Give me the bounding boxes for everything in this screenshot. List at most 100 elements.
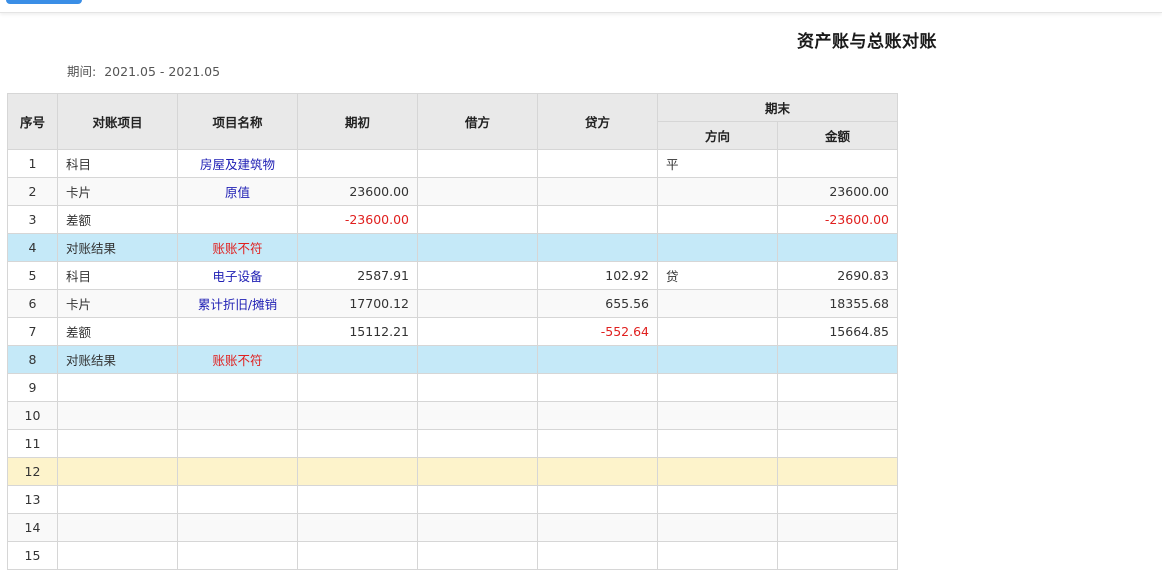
cell-debit[interactable] [417, 513, 538, 542]
cell-debit[interactable] [417, 205, 538, 234]
cell-debit[interactable] [417, 261, 538, 290]
cell-debit[interactable] [417, 373, 538, 402]
cell-amount[interactable] [777, 401, 898, 430]
cell-opening[interactable]: 23600.00 [297, 177, 418, 206]
cell-index[interactable]: 11 [7, 429, 58, 458]
cell-name[interactable] [177, 541, 298, 570]
cell-direction[interactable]: 平 [657, 149, 778, 178]
cell-debit[interactable] [417, 233, 538, 262]
cell-index[interactable]: 14 [7, 513, 58, 542]
table-row[interactable]: 11 [7, 429, 898, 458]
cell-item[interactable]: 对账结果 [57, 345, 178, 374]
cell-credit[interactable] [537, 429, 658, 458]
cell-index[interactable]: 2 [7, 177, 58, 206]
cell-direction[interactable] [657, 373, 778, 402]
cell-amount[interactable] [777, 513, 898, 542]
cell-index[interactable]: 15 [7, 541, 58, 570]
cell-item[interactable] [57, 513, 178, 542]
cell-opening[interactable]: -23600.00 [297, 205, 418, 234]
cell-opening[interactable] [297, 149, 418, 178]
cell-debit[interactable] [417, 317, 538, 346]
cell-index[interactable]: 1 [7, 149, 58, 178]
cell-amount[interactable]: 2690.83 [777, 261, 898, 290]
cell-amount[interactable] [777, 233, 898, 262]
active-tab-indicator[interactable] [6, 0, 82, 4]
cell-index[interactable]: 7 [7, 317, 58, 346]
cell-credit[interactable] [537, 345, 658, 374]
cell-index[interactable]: 3 [7, 205, 58, 234]
cell-item[interactable]: 卡片 [57, 177, 178, 206]
cell-item[interactable] [57, 429, 178, 458]
cell-item[interactable] [57, 541, 178, 570]
cell-opening[interactable] [297, 457, 418, 486]
cell-amount[interactable] [777, 429, 898, 458]
cell-name[interactable] [177, 457, 298, 486]
cell-amount[interactable]: -23600.00 [777, 205, 898, 234]
cell-direction[interactable] [657, 541, 778, 570]
table-row[interactable]: 9 [7, 373, 898, 402]
cell-direction[interactable] [657, 429, 778, 458]
cell-credit[interactable] [537, 541, 658, 570]
cell-index[interactable]: 13 [7, 485, 58, 514]
cell-amount[interactable] [777, 541, 898, 570]
cell-debit[interactable] [417, 457, 538, 486]
cell-debit[interactable] [417, 401, 538, 430]
cell-amount[interactable]: 15664.85 [777, 317, 898, 346]
cell-opening[interactable] [297, 429, 418, 458]
cell-credit[interactable] [537, 457, 658, 486]
cell-index[interactable]: 4 [7, 233, 58, 262]
cell-name[interactable] [177, 205, 298, 234]
cell-name[interactable]: 房屋及建筑物 [177, 149, 298, 178]
cell-debit[interactable] [417, 345, 538, 374]
cell-item[interactable]: 差额 [57, 317, 178, 346]
cell-amount[interactable]: 23600.00 [777, 177, 898, 206]
cell-item[interactable] [57, 485, 178, 514]
cell-direction[interactable] [657, 233, 778, 262]
cell-name[interactable] [177, 373, 298, 402]
table-row[interactable]: 10 [7, 401, 898, 430]
cell-direction[interactable] [657, 345, 778, 374]
cell-item[interactable]: 卡片 [57, 289, 178, 318]
cell-direction[interactable] [657, 485, 778, 514]
cell-direction[interactable] [657, 513, 778, 542]
cell-item[interactable]: 差额 [57, 205, 178, 234]
cell-name[interactable] [177, 317, 298, 346]
cell-direction[interactable] [657, 457, 778, 486]
table-row[interactable]: 8 对账结果 账账不符 [7, 345, 898, 374]
cell-amount[interactable] [777, 373, 898, 402]
table-row[interactable]: 13 [7, 485, 898, 514]
table-row[interactable]: 2 卡片 原值 23600.00 23600.00 [7, 177, 898, 206]
cell-debit[interactable] [417, 429, 538, 458]
cell-credit[interactable]: -552.64 [537, 317, 658, 346]
table-row[interactable]: 3 差额 -23600.00 -23600.00 [7, 205, 898, 234]
cell-debit[interactable] [417, 541, 538, 570]
cell-name[interactable] [177, 429, 298, 458]
table-row[interactable]: 4 对账结果 账账不符 [7, 233, 898, 262]
cell-credit[interactable] [537, 233, 658, 262]
cell-item[interactable] [57, 373, 178, 402]
cell-opening[interactable] [297, 541, 418, 570]
table-row[interactable]: 15 [7, 541, 898, 570]
cell-item[interactable]: 科目 [57, 261, 178, 290]
table-row[interactable]: 6 卡片 累计折旧/摊销 17700.12 655.56 18355.68 [7, 289, 898, 318]
cell-index[interactable]: 12 [7, 457, 58, 486]
cell-amount[interactable] [777, 457, 898, 486]
cell-opening[interactable]: 15112.21 [297, 317, 418, 346]
cell-opening[interactable] [297, 345, 418, 374]
cell-credit[interactable] [537, 485, 658, 514]
cell-index[interactable]: 9 [7, 373, 58, 402]
cell-item[interactable] [57, 457, 178, 486]
cell-name[interactable]: 累计折旧/摊销 [177, 289, 298, 318]
cell-direction[interactable] [657, 205, 778, 234]
cell-opening[interactable] [297, 373, 418, 402]
cell-name[interactable] [177, 513, 298, 542]
cell-name[interactable]: 账账不符 [177, 233, 298, 262]
cell-direction[interactable] [657, 177, 778, 206]
cell-credit[interactable] [537, 205, 658, 234]
cell-credit[interactable] [537, 177, 658, 206]
cell-direction[interactable] [657, 317, 778, 346]
cell-credit[interactable] [537, 149, 658, 178]
cell-opening[interactable]: 2587.91 [297, 261, 418, 290]
table-row[interactable]: 5 科目 电子设备 2587.91 102.92 贷 2690.83 [7, 261, 898, 290]
cell-amount[interactable] [777, 149, 898, 178]
